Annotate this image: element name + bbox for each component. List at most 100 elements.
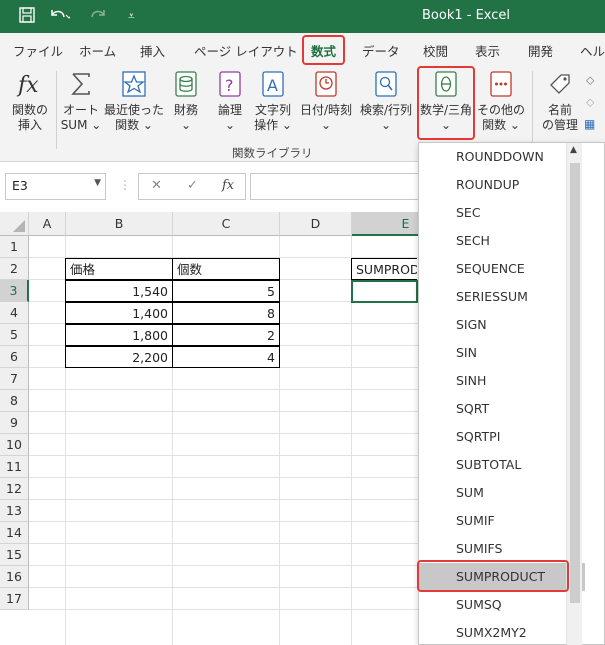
insert-function-icon[interactable]: fx [222, 178, 234, 193]
function-item-sqrt[interactable]: SQRT [419, 395, 585, 423]
column-header-b[interactable]: B [66, 212, 173, 236]
date-time-button[interactable]: 日付/時刻 ⌄ [298, 69, 354, 133]
tab-page-layout[interactable]: ページ レイアウト [194, 41, 298, 60]
function-item-rounddown[interactable]: ROUNDDOWN [419, 143, 585, 171]
cell-e2[interactable]: SUMPRODUCT [351, 258, 417, 280]
formula-buttons: ✕ ✓ fx [138, 173, 246, 200]
function-item-sumif[interactable]: SUMIF [419, 507, 585, 535]
row-header[interactable]: 11 [0, 456, 29, 478]
function-item-subtotal[interactable]: SUBTOTAL [419, 451, 585, 479]
tab-home[interactable]: ホーム [79, 41, 116, 60]
sigma-icon [66, 69, 96, 99]
more-book-icon [486, 69, 516, 99]
function-item-sinh[interactable]: SINH [419, 367, 585, 395]
row-header[interactable]: 9 [0, 412, 29, 434]
tab-view[interactable]: 表示 [475, 41, 500, 60]
text-functions-button[interactable]: A 文字列 操作 ⌄ [253, 69, 293, 133]
header-qty[interactable]: 個数 [172, 258, 280, 280]
define-name-icon[interactable]: ⬦ [586, 73, 594, 88]
name-box[interactable]: E3 ▼ [5, 173, 106, 200]
table-cell[interactable]: 2,200 [65, 346, 173, 368]
row-header[interactable]: 15 [0, 544, 29, 566]
window-title: Book1 - Excel [422, 8, 511, 23]
fx-icon: fx [15, 69, 45, 99]
function-item-sumx2my2[interactable]: SUMX2MY2 [419, 619, 585, 644]
row-header[interactable]: 4 [0, 302, 29, 324]
row-header[interactable]: 10 [0, 434, 29, 456]
row-header[interactable]: 6 [0, 346, 29, 368]
row-header[interactable]: 17 [0, 588, 29, 610]
table-cell[interactable]: 8 [172, 302, 280, 324]
row-header[interactable]: 12 [0, 478, 29, 500]
function-item-seriessum[interactable]: SERIESSUM [419, 283, 585, 311]
recently-used-button[interactable]: 最近使った 関数 ⌄ [104, 69, 164, 133]
row-header[interactable]: 14 [0, 522, 29, 544]
redo-icon[interactable] [88, 6, 110, 29]
row-header[interactable]: 13 [0, 500, 29, 522]
cancel-icon[interactable]: ✕ [151, 178, 162, 193]
sumproduct-highlight [417, 560, 569, 592]
chevron-down-icon[interactable]: ▼ [94, 178, 101, 188]
column-header-d[interactable]: D [280, 212, 352, 236]
undo-icon[interactable] [48, 6, 73, 29]
tab-developer[interactable]: 開発 [528, 41, 553, 60]
column-header-c[interactable]: C [173, 212, 280, 236]
text-book-icon: A [258, 69, 288, 99]
enter-icon[interactable]: ✓ [187, 178, 198, 193]
scroll-thumb[interactable] [570, 163, 580, 603]
tab-file[interactable]: ファイル [13, 41, 63, 60]
select-all-corner[interactable] [0, 212, 29, 236]
clock-book-icon [311, 69, 341, 99]
row-header[interactable]: 1 [0, 236, 29, 258]
function-item-sin[interactable]: SIN [419, 339, 585, 367]
row-header[interactable]: 2 [0, 258, 29, 280]
table-cell[interactable]: 4 [172, 346, 280, 368]
question-book-icon: ? [215, 69, 245, 99]
ribbon-separator [56, 71, 57, 149]
tab-help[interactable]: ヘルプ [580, 41, 605, 60]
insert-function-button[interactable]: fx 関数の 挿入 [8, 69, 52, 133]
tab-insert[interactable]: 挿入 [140, 41, 165, 60]
tab-review[interactable]: 校閲 [423, 41, 448, 60]
row-header[interactable]: 7 [0, 368, 29, 390]
selected-cell-e3[interactable] [351, 280, 418, 303]
row-header[interactable]: 16 [0, 566, 29, 588]
customize-icon[interactable]: ⩡ [128, 6, 135, 26]
function-item-sech[interactable]: SECH [419, 227, 585, 255]
table-cell[interactable]: 5 [172, 280, 280, 302]
row-header[interactable]: 5 [0, 324, 29, 346]
table-cell[interactable]: 1,400 [65, 302, 173, 324]
lookup-reference-button[interactable]: 検索/行列 ⌄ [358, 69, 414, 133]
function-item-sumifs[interactable]: SUMIFS [419, 535, 585, 563]
column-header-a[interactable]: A [29, 212, 66, 236]
autosum-button[interactable]: オート SUM ⌄ [60, 69, 102, 133]
header-price[interactable]: 価格 [65, 258, 173, 280]
more-functions-button[interactable]: その他の 関数 ⌄ [476, 69, 526, 133]
function-item-sec[interactable]: SEC [419, 199, 585, 227]
title-bar: ⩡ Book1 - Excel [0, 0, 605, 33]
save-icon[interactable] [18, 6, 36, 29]
svg-text:?: ? [225, 76, 234, 95]
financial-button[interactable]: 財務 ⌄ [168, 69, 204, 133]
function-item-sum[interactable]: SUM [419, 479, 585, 507]
formulas-tab-highlight [302, 35, 345, 65]
row-header[interactable]: 3 [0, 280, 29, 302]
tag-icon [545, 69, 575, 99]
function-item-roundup[interactable]: ROUNDUP [419, 171, 585, 199]
tab-data[interactable]: データ [362, 41, 400, 60]
function-library-group-label: 関数ライブラリ [232, 146, 313, 160]
logical-button[interactable]: ? 論理 ⌄ [212, 69, 248, 133]
table-cell[interactable]: 1,540 [65, 280, 173, 302]
function-item-sequence[interactable]: SEQUENCE [419, 255, 585, 283]
row-header[interactable]: 8 [0, 390, 29, 412]
name-manager-button[interactable]: 名前 の管理 [538, 69, 582, 133]
scroll-up-icon[interactable]: ▲ [570, 145, 577, 155]
function-item-sqrtpi[interactable]: SQRTPI [419, 423, 585, 451]
table-cell[interactable]: 1,800 [65, 324, 173, 346]
function-item-sign[interactable]: SIGN [419, 311, 585, 339]
table-cell[interactable]: 2 [172, 324, 280, 346]
use-in-formula-icon[interactable]: ⬦ [586, 95, 594, 110]
database-icon [171, 69, 201, 99]
create-from-selection-icon[interactable]: ▦ [584, 117, 595, 131]
function-item-sumsq[interactable]: SUMSQ [419, 591, 585, 619]
